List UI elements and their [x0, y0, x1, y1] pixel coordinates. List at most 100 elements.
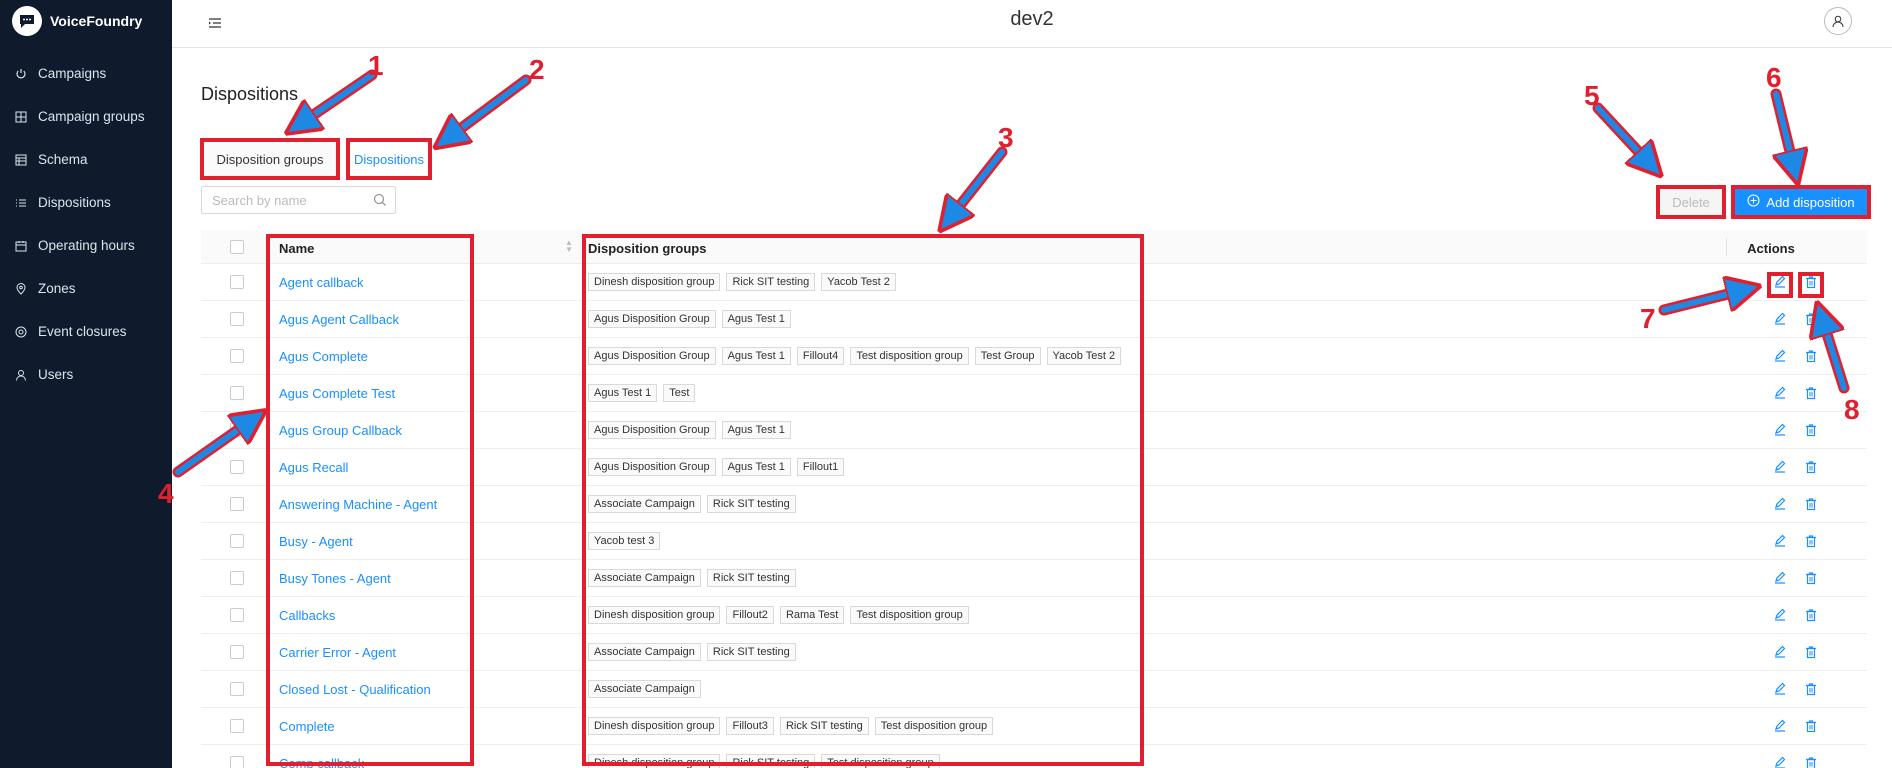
row-checkbox[interactable] [230, 571, 244, 585]
power-icon [14, 67, 28, 81]
delete-icon[interactable] [1803, 718, 1819, 734]
disposition-group-tag: Associate Campaign [588, 569, 701, 587]
disposition-group-tag: Agus Disposition Group [588, 458, 716, 476]
chat-bubble-icon [12, 6, 42, 36]
brand[interactable]: VoiceFoundry [12, 6, 142, 36]
disposition-name-link[interactable]: Carrier Error - Agent [279, 645, 396, 660]
sort-icon[interactable]: ▲ ▼ [565, 239, 573, 254]
edit-icon[interactable] [1772, 718, 1788, 734]
row-checkbox[interactable] [230, 312, 244, 326]
row-checkbox[interactable] [230, 756, 244, 768]
select-all-checkbox[interactable] [230, 240, 244, 254]
tab-disposition-groups[interactable]: Disposition groups [200, 138, 340, 180]
delete-icon[interactable] [1803, 570, 1819, 586]
column-header-name[interactable]: Name [279, 241, 314, 256]
search-input[interactable] [212, 192, 372, 208]
delete-icon[interactable] [1803, 311, 1819, 327]
row-checkbox[interactable] [230, 645, 244, 659]
annotation-label-1: 1 [368, 50, 384, 81]
delete-icon[interactable] [1803, 496, 1819, 512]
disposition-name-link[interactable]: Closed Lost - Qualification [279, 682, 431, 697]
disposition-name-link[interactable]: Agus Recall [279, 460, 348, 475]
search-icon[interactable] [373, 193, 387, 212]
annotation-label-3: 3 [998, 122, 1014, 153]
disposition-groups-cell: Associate Campaign Rick SIT testing [588, 643, 796, 661]
disposition-group-tag: Associate Campaign [588, 495, 701, 513]
dispositions-table: Name ▲ ▼ Disposition groups Actions Agent… [201, 230, 1867, 768]
delete-icon[interactable] [1803, 533, 1819, 549]
delete-icon[interactable] [1803, 644, 1819, 660]
sidebar-item-zones[interactable]: Zones [0, 267, 172, 310]
row-checkbox[interactable] [230, 497, 244, 511]
row-checkbox[interactable] [230, 682, 244, 696]
edit-icon[interactable] [1772, 681, 1788, 697]
row-checkbox[interactable] [230, 386, 244, 400]
disposition-name-link[interactable]: Busy Tones - Agent [279, 571, 391, 586]
sidebar-item-dispositions[interactable]: Dispositions [0, 181, 172, 224]
disposition-name-link[interactable]: Busy - Agent [279, 534, 353, 549]
delete-icon[interactable] [1803, 422, 1819, 438]
table-row: Closed Lost - Qualification Associate Cam… [201, 671, 1867, 708]
sidebar-item-users[interactable]: Users [0, 353, 172, 396]
sidebar-item-label: Zones [38, 281, 76, 296]
delete-icon[interactable] [1803, 459, 1819, 475]
disposition-group-tag: Agus Disposition Group [588, 310, 716, 328]
grid-icon [14, 110, 28, 124]
edit-icon[interactable] [1772, 644, 1788, 660]
disposition-name-link[interactable]: Answering Machine - Agent [279, 497, 437, 512]
disposition-group-tag: Dinesh disposition group [588, 606, 721, 624]
sidebar-item-label: Campaign groups [38, 109, 145, 124]
row-checkbox[interactable] [230, 608, 244, 622]
disposition-groups-cell: Agus Test 1 Test [588, 384, 696, 402]
edit-icon[interactable] [1772, 459, 1788, 475]
delete-icon[interactable] [1803, 755, 1819, 768]
disposition-group-tag: Rama Test [779, 606, 845, 624]
row-checkbox[interactable] [230, 460, 244, 474]
edit-icon[interactable] [1772, 570, 1788, 586]
disposition-groups-cell: Agus Disposition Group Agus Test 1 Fillout… [588, 458, 845, 476]
delete-icon[interactable] [1803, 274, 1819, 290]
delete-icon[interactable] [1803, 348, 1819, 364]
user-icon [14, 368, 28, 382]
delete-icon[interactable] [1803, 681, 1819, 697]
edit-icon[interactable] [1772, 533, 1788, 549]
tab-dispositions[interactable]: Dispositions [346, 138, 432, 180]
row-checkbox[interactable] [230, 534, 244, 548]
disposition-name-link[interactable]: Comp callback [279, 756, 364, 768]
disposition-name-link[interactable]: Agus Complete [279, 349, 368, 364]
menu-fold-icon[interactable] [208, 16, 222, 30]
disposition-name-link[interactable]: Agus Group Callback [279, 423, 402, 438]
edit-icon[interactable] [1772, 274, 1788, 290]
row-checkbox[interactable] [230, 275, 244, 289]
edit-icon[interactable] [1772, 422, 1788, 438]
calendar-icon [14, 239, 28, 253]
edit-icon[interactable] [1772, 348, 1788, 364]
row-checkbox[interactable] [230, 719, 244, 733]
delete-button[interactable]: Delete [1656, 185, 1726, 219]
disposition-name-link[interactable]: Agent callback [279, 275, 364, 290]
disposition-groups-cell: Yacob test 3 [588, 532, 661, 550]
environment-title: dev2 [1010, 8, 1054, 30]
sidebar-item-schema[interactable]: Schema [0, 138, 172, 181]
edit-icon[interactable] [1772, 755, 1788, 768]
disposition-name-link[interactable]: Callbacks [279, 608, 335, 623]
sidebar-item-campaign-groups[interactable]: Campaign groups [0, 95, 172, 138]
disposition-group-tag: Agus Test 1 [721, 347, 791, 365]
sidebar-item-operating-hours[interactable]: Operating hours [0, 224, 172, 267]
delete-icon[interactable] [1803, 385, 1819, 401]
add-disposition-button[interactable]: Add disposition [1731, 185, 1871, 219]
edit-icon[interactable] [1772, 385, 1788, 401]
sidebar-item-event-closures[interactable]: Event closures [0, 310, 172, 353]
disposition-name-link[interactable]: Agus Agent Callback [279, 312, 399, 327]
edit-icon[interactable] [1772, 607, 1788, 623]
user-avatar-icon[interactable] [1824, 7, 1852, 35]
row-checkbox[interactable] [230, 349, 244, 363]
disposition-group-tag: Rick SIT testing [779, 717, 869, 735]
disposition-name-link[interactable]: Complete [279, 719, 335, 734]
edit-icon[interactable] [1772, 496, 1788, 512]
delete-icon[interactable] [1803, 607, 1819, 623]
edit-icon[interactable] [1772, 311, 1788, 327]
row-checkbox[interactable] [230, 423, 244, 437]
sidebar-item-campaigns[interactable]: Campaigns [0, 52, 172, 95]
disposition-name-link[interactable]: Agus Complete Test [279, 386, 395, 401]
